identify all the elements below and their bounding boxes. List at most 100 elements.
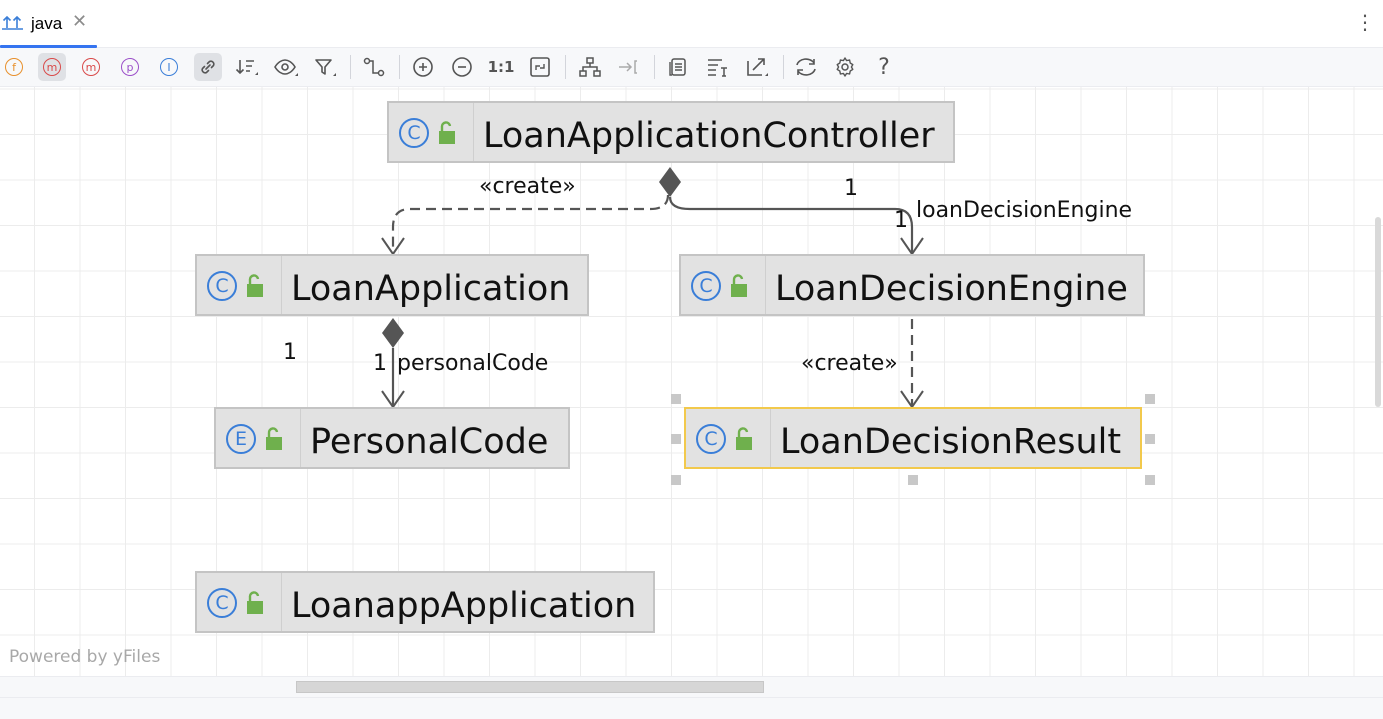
tab-label: java	[31, 14, 63, 33]
diagram-icon	[2, 14, 24, 30]
properties-filter-icon: p	[121, 58, 139, 76]
scrollbar-thumb[interactable]	[296, 681, 764, 693]
class-node-loan-decision-engine[interactable]: C LoanDecisionEngine	[679, 254, 1145, 316]
enum-node-personal-code[interactable]: E PersonalCode	[214, 407, 570, 469]
actual-size-label: 1:1	[487, 58, 515, 76]
class-name: LoanApplication	[291, 269, 571, 309]
node-divider	[473, 103, 474, 161]
hierarchy-icon	[579, 57, 601, 77]
node-divider	[300, 409, 301, 467]
properties-filter-button[interactable]: p	[116, 53, 144, 81]
diagram-toolbar: f m m p I 1:1 ?	[0, 48, 1383, 87]
apply-layout-button[interactable]	[576, 53, 604, 81]
export-icon	[747, 58, 768, 76]
fields-filter-icon: f	[5, 58, 23, 76]
edit-text-button[interactable]	[704, 53, 732, 81]
close-icon[interactable]: ✕	[72, 11, 87, 32]
collapse-button[interactable]	[615, 53, 643, 81]
public-lock-icon	[266, 427, 282, 450]
horizontal-scrollbar[interactable]	[0, 676, 1383, 697]
public-lock-icon	[439, 121, 455, 144]
composition-diamond-application	[382, 318, 404, 348]
sort-button[interactable]	[233, 53, 261, 81]
refresh-button[interactable]	[792, 53, 820, 81]
fit-content-icon	[530, 57, 550, 77]
actual-size-button[interactable]: 1:1	[487, 53, 515, 81]
resize-handle[interactable]	[1145, 475, 1155, 485]
node-divider	[281, 573, 282, 631]
more-options-icon[interactable]: ⋮	[1355, 12, 1375, 34]
class-name: LoanDecisionEngine	[775, 269, 1128, 309]
class-node-loan-decision-result[interactable]: C LoanDecisionResult	[684, 407, 1142, 469]
export-button[interactable]	[743, 53, 771, 81]
public-lock-icon	[731, 274, 747, 297]
toolbar-separator	[783, 55, 784, 79]
resize-handle[interactable]	[1145, 394, 1155, 404]
public-lock-icon	[247, 274, 263, 297]
methods-filter-icon: m	[82, 58, 100, 76]
constructors-filter-button[interactable]: m	[38, 53, 66, 81]
resize-handle[interactable]	[1145, 434, 1155, 444]
methods-filter-button[interactable]: m	[77, 53, 105, 81]
toolbar-separator	[565, 55, 566, 79]
resize-handle[interactable]	[671, 475, 681, 485]
toolbar-separator	[399, 55, 400, 79]
help-icon: ?	[878, 54, 890, 80]
edge-role-label: personalCode	[397, 351, 549, 376]
editor-tab-bar: java ✕ ⋮	[0, 0, 1383, 48]
edge-multiplicity: 1	[844, 176, 858, 201]
class-icon: C	[207, 271, 237, 301]
filter-button[interactable]	[311, 53, 339, 81]
edge-label-create: «create»	[479, 174, 576, 199]
toolbar-separator	[654, 55, 655, 79]
edge-routing-button[interactable]	[360, 53, 388, 81]
settings-button[interactable]	[831, 53, 859, 81]
fields-filter-button[interactable]: f	[0, 53, 28, 81]
diagram-canvas[interactable]: «create» 1 1 loanDecisionEngine 1 1 pers…	[0, 87, 1383, 676]
inner-classes-filter-icon: I	[160, 58, 178, 76]
create-edge-controller-application	[391, 194, 670, 253]
spring-boot-class-icon: C	[207, 588, 237, 618]
class-icon: C	[399, 118, 429, 148]
visibility-button[interactable]	[272, 53, 300, 81]
class-node-loan-application-controller[interactable]: C LoanApplicationController	[387, 101, 955, 163]
fit-content-button[interactable]	[526, 53, 554, 81]
class-name: LoanApplicationController	[483, 116, 935, 156]
resize-handle[interactable]	[908, 475, 918, 485]
edge-role-label: loanDecisionEngine	[916, 198, 1133, 223]
refresh-icon	[796, 58, 816, 76]
class-name: LoanDecisionResult	[780, 422, 1122, 462]
filter-icon	[315, 59, 336, 76]
resize-handle[interactable]	[671, 434, 681, 444]
class-icon: C	[691, 271, 721, 301]
collapse-icon	[619, 60, 637, 74]
link-icon	[201, 60, 215, 74]
text-format-icon	[708, 59, 727, 77]
constructors-filter-icon: m	[43, 58, 61, 76]
zoom-in-button[interactable]	[409, 53, 437, 81]
sort-icon	[235, 60, 258, 75]
gear-icon	[836, 57, 854, 77]
edge-multiplicity: 1	[283, 340, 297, 365]
vertical-scrollbar[interactable]	[1375, 217, 1381, 407]
node-divider	[765, 256, 766, 314]
class-node-loanapp-application[interactable]: C LoanappApplication	[195, 571, 655, 633]
resize-handle[interactable]	[671, 394, 681, 404]
zoom-in-icon	[413, 57, 433, 77]
edge-label-create: «create»	[801, 351, 898, 376]
tab-java[interactable]: java ✕	[0, 0, 97, 48]
class-node-loan-application[interactable]: C LoanApplication	[195, 254, 589, 316]
class-name: LoanappApplication	[291, 586, 637, 626]
copy-diagram-button[interactable]	[664, 53, 692, 81]
inner-classes-filter-button[interactable]: I	[155, 53, 183, 81]
bottom-strip	[0, 697, 1383, 719]
help-button[interactable]: ?	[870, 53, 898, 81]
public-lock-icon	[736, 427, 752, 450]
copy-icon	[669, 58, 686, 76]
toolbar-separator	[350, 55, 351, 79]
powered-by-label: Powered by yFiles	[9, 647, 161, 667]
show-dependencies-button[interactable]	[194, 53, 222, 81]
route-icon	[363, 57, 385, 77]
composition-diamond-controller	[659, 167, 681, 197]
zoom-out-button[interactable]	[448, 53, 476, 81]
